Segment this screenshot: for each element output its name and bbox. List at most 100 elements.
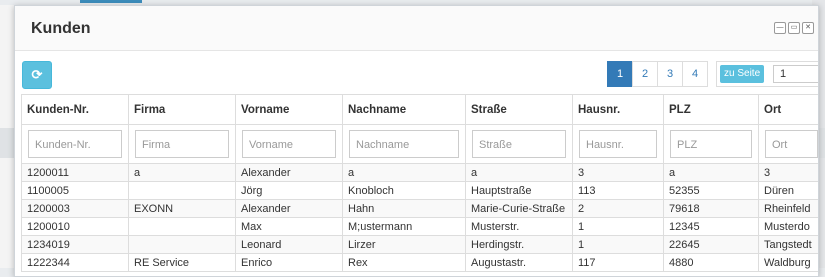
column-header-kunden-nr[interactable]: Kunden-Nr. [21, 94, 129, 125]
table-cell: Herdingstr. [465, 235, 573, 254]
page-button[interactable]: 4 [682, 61, 708, 87]
table-cell: 117 [572, 253, 664, 272]
filter-hausnr-input[interactable]: Hausnr. [579, 130, 657, 158]
table-cell: Düren [758, 181, 818, 200]
table-cell [128, 217, 236, 236]
table-cell: Lirzer [342, 235, 466, 254]
background-nav-accent [80, 0, 142, 3]
restore-icon[interactable]: ▭ [788, 22, 800, 34]
table-cell: M;ustermann [342, 217, 466, 236]
page-button[interactable]: 3 [657, 61, 683, 87]
table-row[interactable]: 1234019 Leonard Lirzer Herdingstr. 1 22645 Tan… [21, 235, 818, 254]
table-cell: 1 [572, 235, 664, 254]
table-cell: Augustastr. [465, 253, 573, 272]
table-cell: 22645 [663, 235, 759, 254]
table-cell: 12345 [663, 217, 759, 236]
goto-page-group: zu Seite 1 [716, 61, 818, 87]
table-row[interactable]: 1200003 EXONN Alexander Hahn Marie-Curie-Str… [21, 199, 818, 218]
table-cell: Tangstedt [758, 235, 818, 254]
header-row: Kunden-Nr. Firma Vorname Nachname Straße… [21, 94, 818, 125]
table-cell: 1200011 [21, 163, 129, 182]
table-cell: 79618 [663, 199, 759, 218]
column-header-ort[interactable]: Ort [758, 94, 818, 125]
dialog-title: Kunden [31, 20, 91, 37]
table-cell: Marie-Curie-Straße [465, 199, 573, 218]
table-row[interactable]: 1200011 a Alexander a a 3 a 3 [21, 163, 818, 182]
table-cell: 3 [758, 163, 818, 182]
goto-page-button[interactable]: zu Seite [720, 65, 765, 83]
minimize-icon[interactable]: — [774, 22, 786, 34]
table-cell [128, 235, 236, 254]
table-cell: 2 [572, 199, 664, 218]
refresh-icon: ⟳ [31, 67, 43, 82]
filter-cell: PLZ [663, 124, 759, 164]
filter-ort-input[interactable]: Ort [765, 130, 818, 158]
table-cell: 1234019 [21, 235, 129, 254]
table-cell: 1200010 [21, 217, 129, 236]
filter-cell: Kunden-Nr. [21, 124, 129, 164]
column-header-firma[interactable]: Firma [128, 94, 236, 125]
table-cell: 1222344 [21, 253, 129, 272]
table-row[interactable]: 1200010 Max M;ustermann Musterstr. 1 12345 Mus… [21, 217, 818, 236]
page-button[interactable]: 2 [632, 61, 658, 87]
column-header-strasse[interactable]: Straße [465, 94, 573, 125]
table-body: 1200011 a Alexander a a 3 a 3 1100005 Jörg Knobloc… [21, 163, 818, 272]
table-cell: Rheinfeld [758, 199, 818, 218]
goto-page-input[interactable]: 1 [773, 65, 818, 83]
close-icon[interactable]: ✕ [802, 22, 814, 34]
table-cell: Musterstr. [465, 217, 573, 236]
filter-cell: Firma [128, 124, 236, 164]
filter-cell: Nachname [342, 124, 466, 164]
filter-strasse-input[interactable]: Straße [472, 130, 566, 158]
customers-table: Kunden-Nr. Firma Vorname Nachname Straße… [21, 94, 818, 272]
table-cell: Enrico [235, 253, 343, 272]
filter-cell: Ort [758, 124, 818, 164]
table-cell: 113 [572, 181, 664, 200]
table-cell: Jörg [235, 181, 343, 200]
filter-nachname-input[interactable]: Nachname [349, 130, 459, 158]
table-row[interactable]: 1100005 Jörg Knobloch Hauptstraße 113 52355 Dü… [21, 181, 818, 200]
column-header-plz[interactable]: PLZ [663, 94, 759, 125]
table-cell: EXONN [128, 199, 236, 218]
filter-cell: Straße [465, 124, 573, 164]
table-cell: Knobloch [342, 181, 466, 200]
filter-row: Kunden-Nr. Firma Vorname Nachname Straße… [21, 124, 818, 164]
table-cell: Leonard [235, 235, 343, 254]
customers-dialog: Kunden — ▭ ✕ ⟳ 1 2 3 4 zu Seite 1 Kunden… [14, 5, 819, 277]
table-cell: Hahn [342, 199, 466, 218]
pagination: 1 2 3 4 [607, 61, 708, 87]
table-cell: Alexander [235, 163, 343, 182]
table-row[interactable]: 1222344 RE Service Enrico Rex Augustastr. 117… [21, 253, 818, 272]
table-cell: Musterdo [758, 217, 818, 236]
filter-cell: Hausnr. [572, 124, 664, 164]
filter-plz-input[interactable]: PLZ [670, 130, 752, 158]
column-header-vorname[interactable]: Vorname [235, 94, 343, 125]
table-cell: a [465, 163, 573, 182]
filter-kunden-nr-input[interactable]: Kunden-Nr. [28, 130, 122, 158]
table-cell: Alexander [235, 199, 343, 218]
filter-vorname-input[interactable]: Vorname [242, 130, 336, 158]
table-cell: 1200003 [21, 199, 129, 218]
dialog-header: Kunden — ▭ ✕ [15, 6, 818, 51]
column-header-nachname[interactable]: Nachname [342, 94, 466, 125]
toolbar: ⟳ 1 2 3 4 zu Seite 1 [15, 51, 818, 93]
table-cell: 1 [572, 217, 664, 236]
column-header-hausnr[interactable]: Hausnr. [572, 94, 664, 125]
table-cell: Hauptstraße [465, 181, 573, 200]
table-cell: 52355 [663, 181, 759, 200]
customers-table-container: Kunden-Nr. Firma Vorname Nachname Straße… [21, 94, 818, 276]
table-cell: Rex [342, 253, 466, 272]
table-cell [128, 181, 236, 200]
window-controls: — ▭ ✕ [774, 22, 814, 34]
table-cell: 4880 [663, 253, 759, 272]
filter-firma-input[interactable]: Firma [135, 130, 229, 158]
refresh-button[interactable]: ⟳ [22, 61, 52, 89]
table-cell: a [342, 163, 466, 182]
table-cell: Waldburg [758, 253, 818, 272]
page-button[interactable]: 1 [607, 61, 633, 87]
table-cell: RE Service [128, 253, 236, 272]
table-cell: a [663, 163, 759, 182]
table-cell: 1100005 [21, 181, 129, 200]
table-cell: a [128, 163, 236, 182]
table-cell: Max [235, 217, 343, 236]
